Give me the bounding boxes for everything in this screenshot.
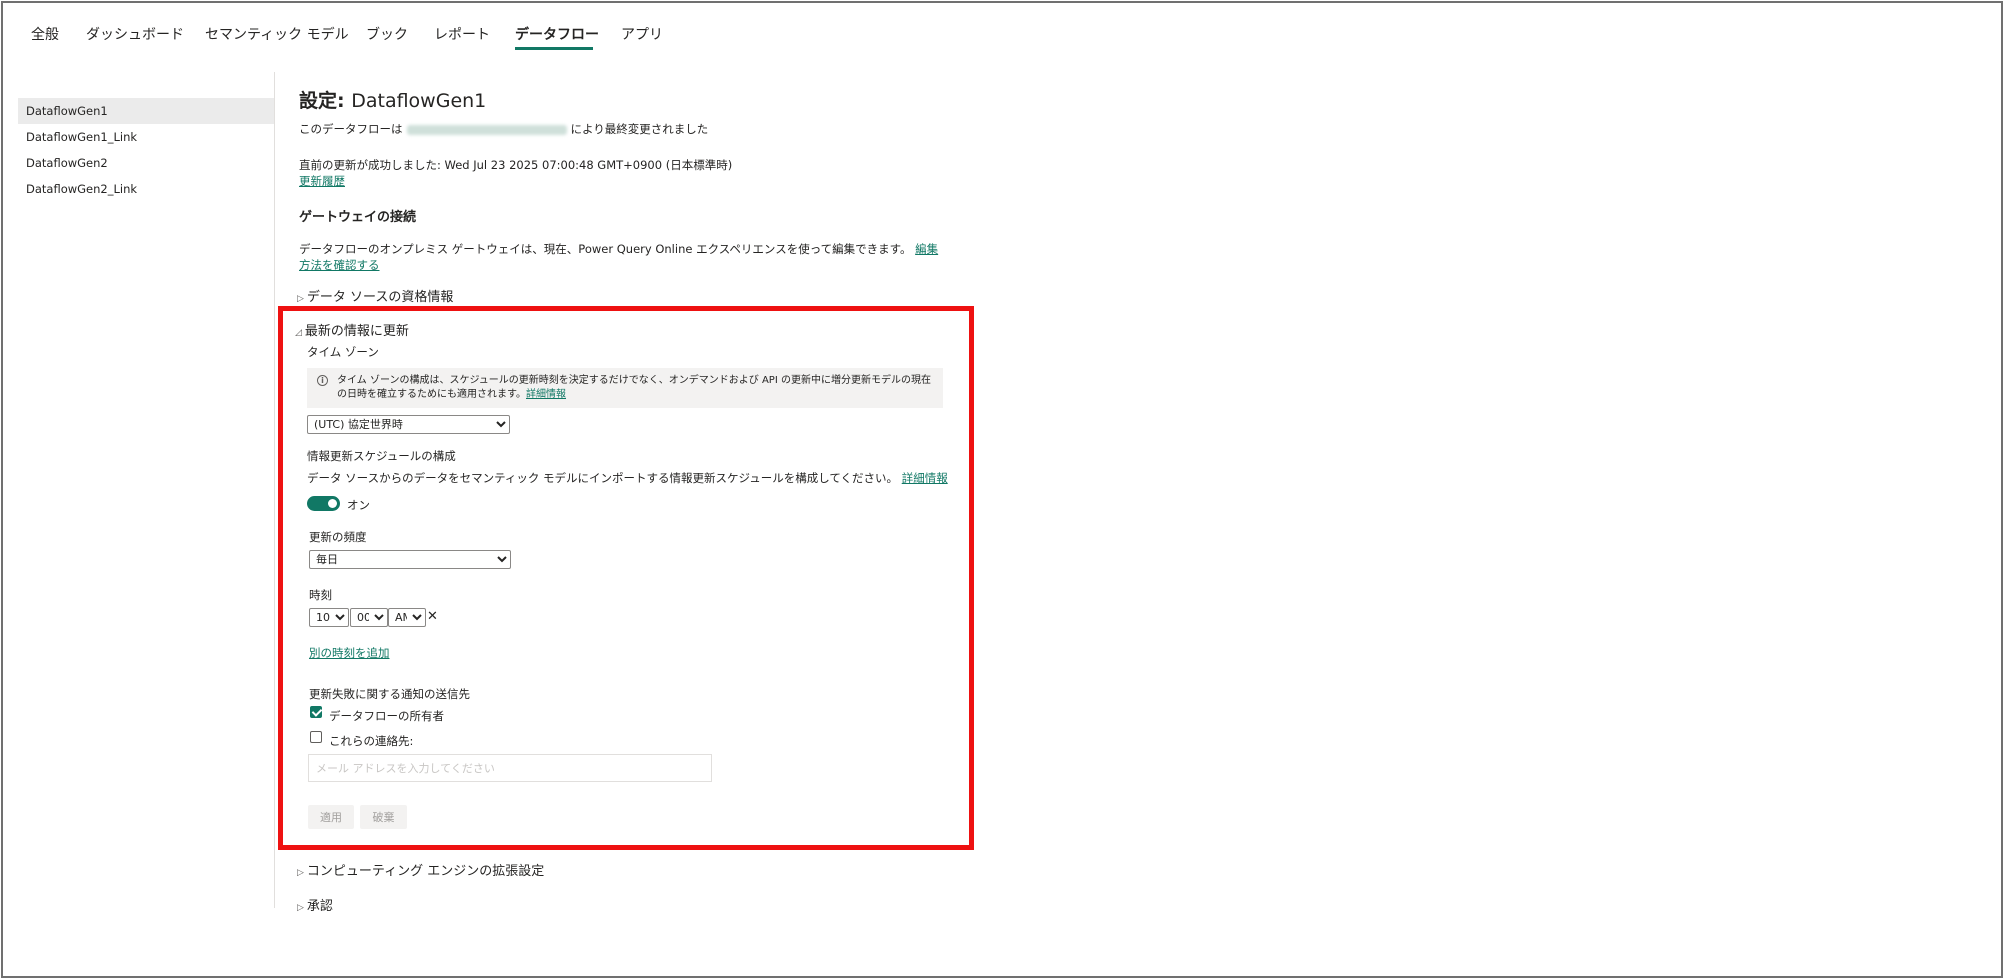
notify-heading: 更新失敗に関する通知の送信先 <box>309 687 470 701</box>
page-title-name: DataflowGen1 <box>351 90 487 112</box>
notify-contacts-label: これらの連絡先: <box>329 734 414 748</box>
modified-before-text: このデータフローは <box>299 122 403 136</box>
time-hour-select[interactable]: 10 <box>309 608 349 627</box>
refresh-section[interactable]: ◿ 最新の情報に更新 <box>295 320 409 339</box>
remove-time-icon[interactable]: ✕ <box>427 609 438 624</box>
compute-section-label: コンピューティング エンジンの拡張設定 <box>306 864 545 879</box>
time-ampm-select[interactable]: AM <box>388 608 426 627</box>
endorse-section-label: 承認 <box>306 899 333 914</box>
expand-triangle-icon: ▷ <box>297 903 304 913</box>
add-time-link[interactable]: 別の時刻を追加 <box>309 645 390 661</box>
discard-button[interactable]: 破棄 <box>360 805 407 829</box>
tab-dashboards[interactable]: ダッシュボード <box>86 24 184 44</box>
tab-workbooks[interactable]: ブック <box>366 24 408 44</box>
page-title-prefix: 設定: <box>299 90 352 112</box>
refresh-history-link[interactable]: 更新履歴 <box>299 173 345 189</box>
timezone-label: タイム ゾーン <box>307 345 379 359</box>
collapse-triangle-icon: ◿ <box>295 328 302 338</box>
notify-owner-label: データフローの所有者 <box>329 709 444 723</box>
notify-owner-checkbox[interactable] <box>310 706 322 718</box>
toggle-knob <box>328 499 337 508</box>
last-refresh-text: 直前の更新が成功しました: Wed Jul 23 2025 07:00:48 G… <box>299 158 733 172</box>
modified-after-text: により最終変更されました <box>570 122 709 136</box>
schedule-description: データ ソースからのデータをセマンティック モデルにインポートする情報更新スケジ… <box>307 470 948 486</box>
sidebar-item-dataflowgen2-link[interactable]: DataflowGen2_Link <box>18 176 274 202</box>
time-minute-select[interactable]: 00 <box>350 608 388 627</box>
redacted-user-email <box>406 124 567 135</box>
timezone-info-box: i タイム ゾーンの構成は、スケジュールの更新時刻を決定するだけでなく、オンデマ… <box>307 368 943 408</box>
schedule-heading: 情報更新スケジュールの構成 <box>307 449 456 463</box>
tab-semantic-models[interactable]: セマンティック モデル <box>205 24 349 44</box>
frequency-select[interactable]: 毎日 <box>309 550 511 569</box>
timezone-info-text: タイム ゾーンの構成は、スケジュールの更新時刻を決定するだけでなく、オンデマンド… <box>337 375 931 400</box>
gateway-description: データフローのオンプレミス ゲートウェイは、現在、Power Query Onl… <box>299 241 939 273</box>
timezone-learn-link[interactable]: 詳細情報 <box>526 389 566 400</box>
tab-general[interactable]: 全般 <box>31 24 59 44</box>
sidebar-item-dataflowgen1-link[interactable]: DataflowGen1_Link <box>18 124 274 150</box>
tab-reports[interactable]: レポート <box>434 24 490 44</box>
apply-button[interactable]: 適用 <box>308 805 354 829</box>
active-tab-indicator <box>515 47 593 50</box>
expand-triangle-icon: ▷ <box>297 294 304 304</box>
time-label: 時刻 <box>309 588 332 602</box>
datasource-credentials-section[interactable]: ▷ データ ソースの資格情報 <box>297 286 453 305</box>
compute-engine-section[interactable]: ▷ コンピューティング エンジンの拡張設定 <box>297 860 544 879</box>
page-title: 設定: DataflowGen1 <box>299 86 486 113</box>
dataflow-list: DataflowGen1 DataflowGen1_Link DataflowG… <box>18 98 274 202</box>
timezone-select[interactable]: (UTC) 協定世界時 <box>307 415 510 434</box>
info-icon: i <box>317 375 328 386</box>
endorsement-section[interactable]: ▷ 承認 <box>297 895 333 914</box>
sidebar-divider <box>274 72 275 908</box>
datasource-section-label: データ ソースの資格情報 <box>306 290 454 305</box>
window-frame <box>1 1 2003 978</box>
notify-contacts-checkbox[interactable] <box>310 731 322 743</box>
email-input[interactable] <box>308 754 712 782</box>
refresh-section-label: 最新の情報に更新 <box>304 324 409 339</box>
schedule-text: データ ソースからのデータをセマンティック モデルにインポートする情報更新スケジ… <box>307 471 899 485</box>
tab-dataflows[interactable]: データフロー <box>515 24 599 44</box>
schedule-toggle[interactable] <box>307 496 340 511</box>
tab-apps[interactable]: アプリ <box>621 24 663 44</box>
expand-triangle-icon: ▷ <box>297 868 304 878</box>
sidebar-item-dataflowgen1[interactable]: DataflowGen1 <box>18 98 274 124</box>
gateway-heading: ゲートウェイの接続 <box>299 210 417 225</box>
toggle-label: オン <box>347 498 370 512</box>
last-modified-text: このデータフローは により最終変更されました <box>299 121 708 137</box>
schedule-learn-link[interactable]: 詳細情報 <box>902 471 948 485</box>
sidebar-item-dataflowgen2[interactable]: DataflowGen2 <box>18 150 274 176</box>
frequency-label: 更新の頻度 <box>309 530 367 544</box>
gateway-text: データフローのオンプレミス ゲートウェイは、現在、Power Query Onl… <box>299 242 912 256</box>
